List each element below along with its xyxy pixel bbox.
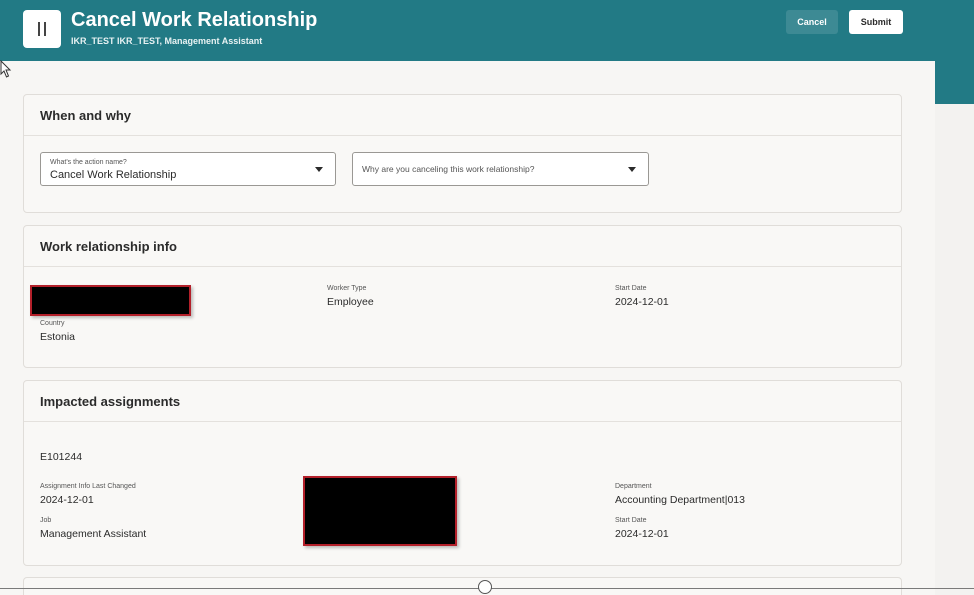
when-why-card: When and why What's the action name? Can… [23,94,902,213]
submit-button[interactable]: Submit [849,10,903,34]
next-card [23,577,902,595]
assignment-number: E101244 [40,451,83,463]
department-value: Accounting Department|013 [615,494,745,506]
worker-type-label: Worker Type [327,285,367,292]
divider [24,266,901,267]
cancel-button[interactable]: Cancel [786,10,838,34]
assignment-start-date-value: 2024-12-01 [615,528,669,540]
action-name-select[interactable]: What's the action name? Cancel Work Rela… [40,152,336,186]
action-name-value: Cancel Work Relationship [50,169,177,181]
redacted-area [303,476,457,546]
job-value: Management Assistant [40,528,147,540]
work-relationship-card: Work relationship info Worker Type Emplo… [23,225,902,368]
worker-type-value: Employee [327,296,374,308]
chevron-down-icon [628,167,636,172]
divider [24,135,901,136]
divider [24,421,901,422]
card-title: Work relationship info [40,239,177,254]
last-changed-label: Assignment Info Last Changed [40,483,136,490]
country-label: Country [40,320,65,327]
country-value: Estonia [40,331,76,343]
page-title: Cancel Work Relationship [71,9,318,31]
assignment-start-date-label: Start Date [615,517,647,524]
action-name-label: What's the action name? [50,159,127,166]
cancel-reason-select[interactable]: Why are you canceling this work relation… [352,152,649,186]
department-label: Department [615,483,652,490]
resize-handle[interactable] [478,580,492,594]
start-date-label: Start Date [615,285,647,292]
panel-toggle-icon[interactable] [23,10,61,48]
start-date-value: 2024-12-01 [615,296,669,308]
mouse-cursor-icon [0,60,12,78]
job-label: Job [40,517,52,524]
card-title: Impacted assignments [40,394,181,409]
redacted-area [30,285,191,316]
right-gutter [935,104,974,595]
impacted-assignments-card: Impacted assignments E101244 Assignment … [23,380,902,566]
card-title: When and why [40,108,131,123]
chevron-down-icon [315,167,323,172]
cancel-reason-placeholder: Why are you canceling this work relation… [362,164,535,174]
page-subtitle: IKR_TEST IKR_TEST, Management Assistant [71,36,263,46]
last-changed-value: 2024-12-01 [40,494,94,506]
